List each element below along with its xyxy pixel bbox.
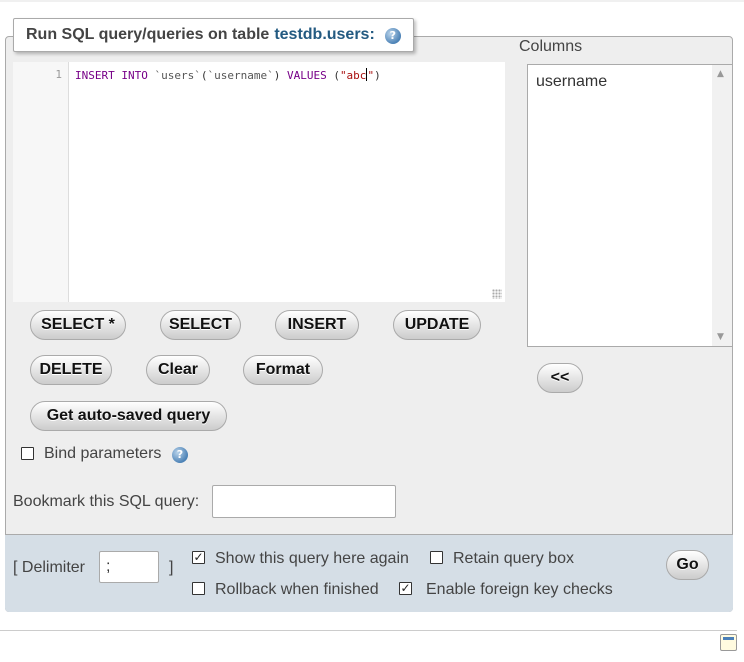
page-divider <box>0 630 737 631</box>
format-button[interactable]: Format <box>243 355 323 385</box>
bind-help-icon[interactable]: ? <box>172 447 188 463</box>
show-query-checkbox[interactable]: ✓ <box>192 551 205 564</box>
columns-scrollbar[interactable]: ▲ ▼ <box>712 65 732 346</box>
code-token: ) <box>374 69 381 82</box>
line-gutter: 1 <box>13 62 69 302</box>
select-button[interactable]: SELECT <box>160 310 241 340</box>
code-token: `username` <box>207 69 274 82</box>
show-query-label: Show this query here again <box>215 550 409 567</box>
get-autosaved-query-button[interactable]: Get auto-saved query <box>30 401 227 431</box>
columns-list[interactable]: username ▲ ▼ <box>527 64 733 347</box>
code-token: VALUES <box>286 69 334 82</box>
legend-text: Run SQL query/queries on table <box>26 26 270 43</box>
code-token: `users` <box>154 69 201 82</box>
foreign-key-checks-label: Enable foreign key checks <box>426 581 613 598</box>
top-divider <box>0 0 744 2</box>
help-icon[interactable]: ? <box>384 28 401 44</box>
console-icon[interactable] <box>720 634 737 651</box>
bind-parameters-checkbox[interactable] <box>21 447 34 460</box>
bind-parameters-label: Bind parameters <box>44 445 162 462</box>
column-option-username[interactable]: username <box>536 73 607 91</box>
foreign-key-checks-checkbox[interactable]: ✓ <box>399 582 412 595</box>
rollback-checkbox[interactable] <box>192 582 205 595</box>
scroll-up-icon[interactable]: ▲ <box>717 69 724 79</box>
columns-label: Columns <box>519 38 583 55</box>
code-token: "abc <box>339 69 367 82</box>
bookmark-label: Bookmark this SQL query: <box>13 493 200 510</box>
code-line[interactable]: INSERT INTO `users`(`username`) VALUES (… <box>75 68 381 82</box>
line-number: 1 <box>55 68 62 81</box>
insert-column-button[interactable]: << <box>537 363 583 393</box>
rollback-label: Rollback when finished <box>215 581 379 598</box>
clear-button[interactable]: Clear <box>146 355 210 385</box>
code-token: INSERT INTO <box>75 69 155 82</box>
delimiter-input[interactable] <box>99 551 159 583</box>
delimiter-label: [ Delimiter <box>13 559 86 576</box>
insert-button[interactable]: INSERT <box>275 310 359 340</box>
update-button[interactable]: UPDATE <box>393 310 481 340</box>
bookmark-input[interactable] <box>212 485 396 518</box>
code-token: ) <box>273 69 287 82</box>
retain-query-box-label: Retain query box <box>453 550 574 567</box>
select-star-button[interactable]: SELECT * <box>30 310 126 340</box>
table-link[interactable]: testdb.users: <box>274 26 374 44</box>
panel-legend: Run SQL query/queries on table testdb.us… <box>13 18 414 52</box>
retain-query-box-checkbox[interactable] <box>430 551 443 564</box>
code-token: ( <box>333 69 340 82</box>
go-button[interactable]: Go <box>666 550 709 580</box>
sql-editor[interactable]: 1 INSERT INTO `users` ( `username`) VALUES… <box>13 62 505 302</box>
scroll-down-icon[interactable]: ▼ <box>717 332 724 342</box>
delimiter-close: ] <box>169 559 174 576</box>
delete-button[interactable]: DELETE <box>30 355 112 385</box>
resize-grip-icon[interactable] <box>492 289 502 299</box>
